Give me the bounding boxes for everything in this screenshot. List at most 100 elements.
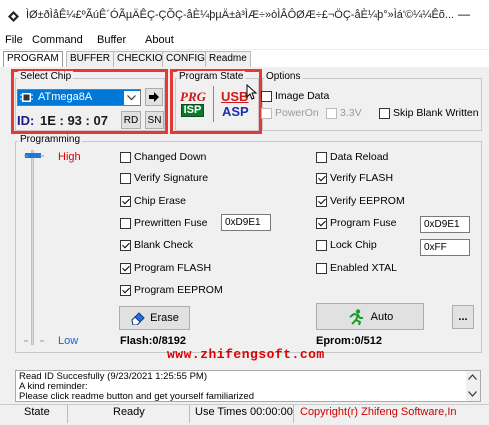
chip-erase-box[interactable] bbox=[120, 195, 131, 207]
program-eeprom-label: Program EEPROM bbox=[134, 284, 223, 296]
menu-file[interactable]: File bbox=[5, 34, 23, 46]
changed-down-checkbox[interactable]: Changed Down bbox=[120, 151, 206, 163]
minimize-button[interactable]: — bbox=[458, 7, 470, 21]
status-divider bbox=[189, 405, 190, 423]
power-on-box[interactable] bbox=[261, 107, 272, 119]
chip-icon bbox=[20, 93, 33, 102]
chip-erase-checkbox[interactable]: Chip Erase bbox=[120, 195, 186, 207]
skip-blank-label: Skip Blank Written bbox=[393, 107, 479, 119]
blank-check-box[interactable] bbox=[120, 239, 131, 251]
verify-flash-label: Verify FLASH bbox=[330, 172, 394, 184]
chip-id-label: ID: bbox=[17, 113, 35, 128]
image-data-label: Image Data bbox=[275, 90, 330, 102]
verify-signature-label: Verify Signature bbox=[134, 172, 209, 184]
verify-eeprom-checkbox[interactable]: Verify EEPROM bbox=[316, 195, 405, 207]
status-divider bbox=[67, 405, 68, 423]
mouse-cursor-icon bbox=[246, 84, 258, 100]
power-on-label: PowerOn bbox=[275, 107, 319, 119]
power-on-checkbox[interactable]: PowerOn bbox=[261, 107, 319, 119]
more-button[interactable]: ... bbox=[452, 305, 474, 329]
chevron-down-icon[interactable] bbox=[127, 95, 136, 101]
verify-signature-checkbox[interactable]: Verify Signature bbox=[120, 172, 208, 184]
tab-config[interactable]: CONFIG bbox=[162, 51, 209, 67]
scroll-up-icon[interactable] bbox=[468, 374, 477, 380]
eraser-icon bbox=[131, 312, 145, 325]
logo-divider bbox=[213, 86, 214, 122]
verify-flash-checkbox[interactable]: Verify FLASH bbox=[316, 172, 393, 184]
prewritten-fuse-box[interactable] bbox=[120, 217, 131, 229]
image-data-checkbox[interactable]: Image Data bbox=[261, 90, 329, 102]
changed-down-label: Changed Down bbox=[134, 151, 207, 163]
prg-logo: PRG bbox=[180, 89, 206, 104]
enabled-xtal-box[interactable] bbox=[316, 262, 327, 274]
chip-erase-label: Chip Erase bbox=[134, 195, 186, 207]
program-eeprom-checkbox[interactable]: Program EEPROM bbox=[120, 284, 223, 296]
options-label: Options bbox=[264, 71, 303, 82]
prewritten-fuse-field[interactable]: 0xD9E1 bbox=[221, 214, 271, 231]
verify-flash-box[interactable] bbox=[316, 172, 327, 184]
menu-command[interactable]: Command bbox=[32, 34, 83, 46]
status-state-label: State bbox=[24, 406, 50, 418]
lock-chip-field[interactable]: 0xFF bbox=[420, 239, 470, 256]
status-copyright: Copyright(r) Zhifeng Software,In bbox=[300, 406, 457, 418]
slider-ticks bbox=[24, 155, 44, 342]
data-reload-checkbox[interactable]: Data Reload bbox=[316, 151, 388, 163]
log-line: Please click readme button and get yours… bbox=[19, 391, 254, 402]
changed-down-box[interactable] bbox=[120, 151, 131, 163]
voltage-checkbox[interactable]: 3.3V bbox=[326, 107, 362, 119]
erase-button[interactable]: Erase bbox=[119, 306, 190, 330]
verify-eeprom-box[interactable] bbox=[316, 195, 327, 207]
status-state-value: Ready bbox=[113, 406, 145, 418]
program-flash-label: Program FLASH bbox=[134, 262, 212, 274]
tab-program[interactable]: PROGRAM bbox=[3, 51, 63, 67]
program-fuse-box[interactable] bbox=[316, 217, 327, 229]
skip-blank-box[interactable] bbox=[379, 107, 390, 119]
blank-check-checkbox[interactable]: Blank Check bbox=[120, 239, 193, 251]
tab-checkio[interactable]: CHECKIO bbox=[113, 51, 167, 67]
blank-check-label: Blank Check bbox=[134, 239, 193, 251]
program-flash-box[interactable] bbox=[120, 262, 131, 274]
verify-signature-box[interactable] bbox=[120, 172, 131, 184]
status-use-times-label: Use Times bbox=[195, 406, 247, 418]
log-box[interactable]: Read ID Succesfully (9/23/2021 1:25:55 P… bbox=[15, 370, 481, 402]
programming-label: Programming bbox=[18, 134, 83, 145]
scroll-down-icon[interactable] bbox=[468, 391, 477, 397]
log-line: Read ID Succesfully (9/23/2021 1:25:55 P… bbox=[19, 371, 207, 382]
enabled-xtal-checkbox[interactable]: Enabled XTAL bbox=[316, 262, 397, 274]
program-fuse-checkbox[interactable]: Program Fuse bbox=[316, 217, 397, 229]
lock-chip-checkbox[interactable]: Lock Chip bbox=[316, 239, 377, 251]
lock-chip-box[interactable] bbox=[316, 239, 327, 251]
tab-buffer[interactable]: BUFFER bbox=[66, 51, 114, 67]
auto-button-label: Auto bbox=[370, 310, 394, 323]
chip-arrow-button[interactable] bbox=[145, 88, 163, 106]
prewritten-fuse-label: Prewritten Fuse bbox=[134, 217, 208, 229]
voltage-label: 3.3V bbox=[340, 107, 362, 119]
menu-about[interactable]: About bbox=[145, 34, 174, 46]
rd-button[interactable]: RD bbox=[121, 111, 141, 129]
verify-eeprom-label: Verify EEPROM bbox=[330, 195, 405, 207]
usb-logo: USB bbox=[221, 89, 249, 104]
auto-button[interactable]: Auto bbox=[316, 303, 424, 330]
program-fuse-field[interactable]: 0xD9E1 bbox=[420, 216, 470, 233]
menu-buffer[interactable]: Buffer bbox=[97, 34, 126, 46]
data-reload-box[interactable] bbox=[316, 151, 327, 163]
priority-low-label: Low bbox=[58, 335, 79, 347]
asp-logo: ASP bbox=[222, 104, 249, 119]
app-icon bbox=[8, 11, 19, 22]
voltage-box[interactable] bbox=[326, 107, 337, 119]
prewritten-fuse-checkbox[interactable]: Prewritten Fuse bbox=[120, 217, 208, 229]
chip-id-value: 1E : 93 : 07 bbox=[40, 113, 108, 128]
tab-readme[interactable]: Readme bbox=[205, 51, 251, 67]
image-data-box[interactable] bbox=[261, 90, 272, 102]
program-eeprom-box[interactable] bbox=[120, 284, 131, 296]
data-reload-label: Data Reload bbox=[330, 151, 389, 163]
program-flash-checkbox[interactable]: Program FLASH bbox=[120, 262, 211, 274]
skip-blank-checkbox[interactable]: Skip Blank Written bbox=[379, 107, 479, 119]
flash-info: Flash:0/8192 bbox=[120, 335, 187, 347]
select-chip-label: Select Chip bbox=[18, 71, 74, 82]
status-divider bbox=[293, 405, 294, 423]
priority-high-label: High bbox=[58, 151, 81, 163]
window-title: ÌØ±ðÌåÊ¼£ºÃúÊ´ÓÃµÄÊÇ-ÇÕÇ-åÈ¼þµÄ±à³ÌÆ÷»òÌ… bbox=[26, 9, 455, 21]
sn-button[interactable]: SN bbox=[145, 111, 164, 129]
status-use-times-value: 00:00:00 bbox=[250, 406, 293, 418]
